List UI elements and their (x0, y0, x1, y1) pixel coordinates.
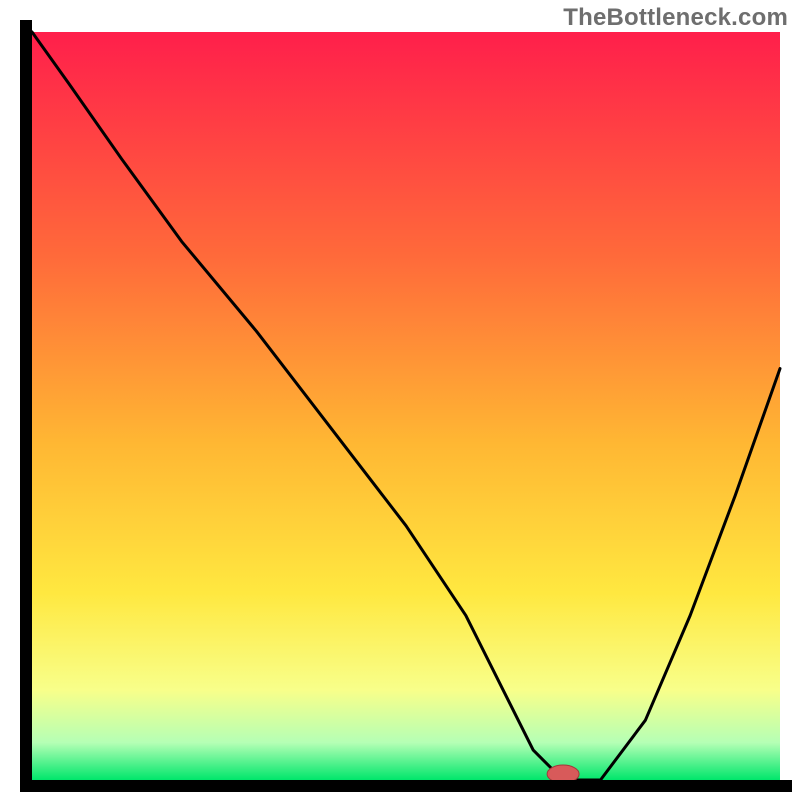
chart-frame-left (20, 20, 32, 792)
bottleneck-chart (0, 0, 800, 800)
chart-container: { "watermark": "TheBottleneck.com", "col… (0, 0, 800, 800)
chart-frame-bottom (20, 780, 792, 792)
watermark-text: TheBottleneck.com (563, 4, 788, 32)
